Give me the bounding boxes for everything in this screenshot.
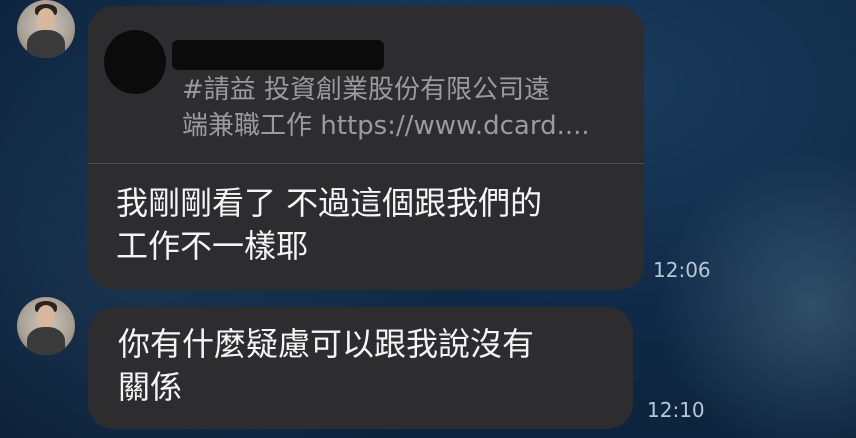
avatar-face xyxy=(37,8,55,30)
avatar-body xyxy=(27,327,65,355)
avatar-body xyxy=(27,30,65,58)
message-bubble-quoted-reply[interactable]: #請益 投資創業股份有限公司遠 端兼職工作 https://www.dcard.… xyxy=(88,6,644,290)
quoted-message-text[interactable]: #請益 投資創業股份有限公司遠 端兼職工作 https://www.dcard.… xyxy=(182,72,622,144)
message-timestamp: 12:06 xyxy=(653,258,711,282)
message-timestamp: 12:10 xyxy=(647,398,705,422)
quoted-line: 端兼職工作 https://www.dcard.... xyxy=(182,111,590,141)
avatar-face xyxy=(37,305,55,327)
message-text: 我剛剛看了 不過這個跟我們的 工作不一樣耶 xyxy=(116,182,626,268)
message-line: 我剛剛看了 不過這個跟我們的 xyxy=(116,184,543,222)
message-text: 你有什麼疑慮可以跟我說沒有 關係 xyxy=(118,323,628,409)
message-line: 關係 xyxy=(118,368,183,406)
redacted-quote-sender xyxy=(172,40,384,70)
contact-avatar[interactable] xyxy=(17,0,75,58)
redacted-quote-avatar xyxy=(104,30,166,94)
message-line: 你有什麼疑慮可以跟我說沒有 xyxy=(118,325,535,363)
message-line: 工作不一樣耶 xyxy=(116,227,309,265)
quoted-line: #請益 投資創業股份有限公司遠 xyxy=(182,75,551,105)
message-bubble[interactable]: 你有什麼疑慮可以跟我說沒有 關係 xyxy=(88,307,633,429)
quote-divider xyxy=(88,163,644,164)
contact-avatar[interactable] xyxy=(17,297,75,355)
